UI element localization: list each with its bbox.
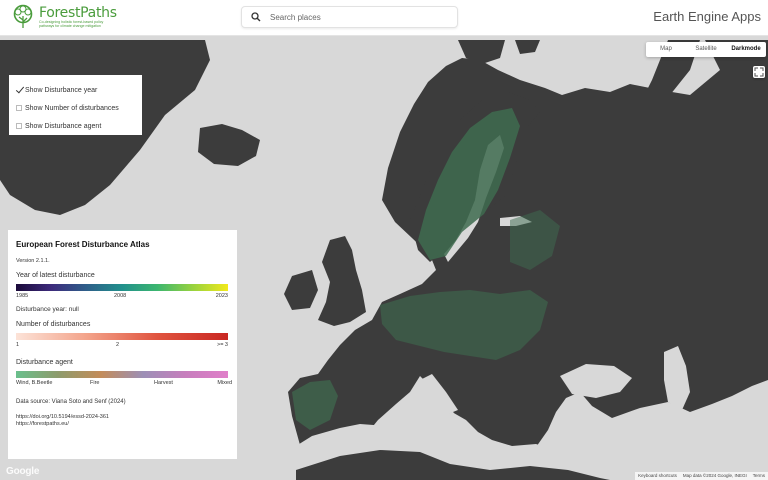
agent-tick-fire: Fire [90, 380, 100, 386]
map-data-text: Map data ©2024 Google, INEGI [682, 473, 747, 478]
iceland-landmass [198, 124, 260, 166]
fullscreen-icon [754, 67, 764, 77]
great-britain [318, 236, 366, 326]
number-tick-labels: 1 2 >= 3 [16, 342, 228, 351]
disturbance-year-checkbox[interactable] [16, 87, 22, 93]
legend-title: European Forest Disturbance Atlas [16, 240, 150, 249]
year-tick-labels: 1985 2008 2023 [16, 293, 228, 302]
layer-label: Show Number of disturbances [25, 104, 119, 112]
layer-toggle-panel: Show Disturbance year Show Number of dis… [9, 75, 142, 135]
year-tick-start: 1985 [16, 293, 29, 299]
search-icon [251, 12, 261, 22]
top-bar: ForestPaths Co-designing holistic forest… [0, 0, 768, 36]
website-link[interactable]: https://forestpaths.eu/ [16, 421, 229, 427]
disturbance-agent-checkbox[interactable] [16, 123, 22, 129]
data-source: Data source: Viana Soto and Senf (2024) [16, 399, 126, 405]
agent-tick-harvest: Harvest [154, 380, 173, 386]
layer-toggle-disturbance-year[interactable]: Show Disturbance year [16, 81, 135, 99]
map-type-darkmode-button[interactable]: Darkmode [726, 42, 766, 57]
terms-link[interactable]: Terms [750, 472, 768, 480]
svalbard-east [515, 40, 540, 54]
fullscreen-button[interactable] [753, 66, 765, 78]
number-legend-title: Number of disturbances [16, 321, 91, 328]
layer-label: Show Disturbance year [25, 86, 98, 94]
map-type-satellite-button[interactable]: Satellite [686, 42, 726, 57]
agent-tick-wind: Wind, B.Beetle [16, 380, 53, 386]
ireland [284, 270, 318, 310]
search-box[interactable] [241, 6, 458, 28]
keyboard-shortcuts-link[interactable]: Keyboard shortcuts [635, 472, 680, 480]
year-color-ramp [16, 284, 228, 291]
year-tick-mid: 2008 [114, 293, 127, 299]
legend-panel: European Forest Disturbance Atlas Versio… [8, 230, 237, 459]
agent-legend-title: Disturbance agent [16, 359, 73, 366]
legend-version: Version 2.1.1. [16, 258, 50, 264]
agent-tick-labels: Wind, B.Beetle Fire Harvest Mixed [16, 380, 232, 389]
year-legend-title: Year of latest disturbance [16, 272, 95, 279]
map-type-map-button[interactable]: Map [646, 42, 686, 57]
doi-link[interactable]: https://doi.org/10.5194/essd-2024-361 [16, 414, 229, 420]
map-type-selector: Map Satellite Darkmode [646, 42, 766, 57]
layer-label: Show Disturbance agent [25, 122, 102, 130]
map-attribution: Keyboard shortcuts Map data ©2024 Google… [635, 472, 768, 480]
disturbance-year-readout: Disturbance year: null [16, 306, 79, 313]
logo-name: ForestPaths [39, 5, 117, 21]
number-of-disturbances-checkbox[interactable] [16, 105, 22, 111]
google-logo: Google [6, 466, 40, 477]
layer-toggle-disturbance-agent[interactable]: Show Disturbance agent [16, 117, 135, 135]
layer-toggle-number-of-disturbances[interactable]: Show Number of disturbances [16, 99, 135, 117]
agent-tick-mixed: Mixed [217, 380, 232, 386]
search-input[interactable] [270, 9, 450, 25]
north-sea [366, 225, 412, 278]
logo-tagline: Co-designing holistic forest-based polic… [39, 20, 104, 28]
number-tick-1: 1 [16, 342, 20, 348]
app-title[interactable]: Earth Engine Apps [653, 9, 761, 24]
forestpaths-logo[interactable]: ForestPaths Co-designing holistic forest… [10, 3, 120, 33]
number-tick-2: 2 [116, 342, 120, 348]
number-tick-3: >= 3 [216, 342, 228, 348]
number-color-ramp [16, 333, 228, 340]
agent-color-ramp [16, 371, 228, 378]
tree-logo-icon [13, 4, 33, 28]
year-tick-end: 2023 [215, 293, 228, 299]
